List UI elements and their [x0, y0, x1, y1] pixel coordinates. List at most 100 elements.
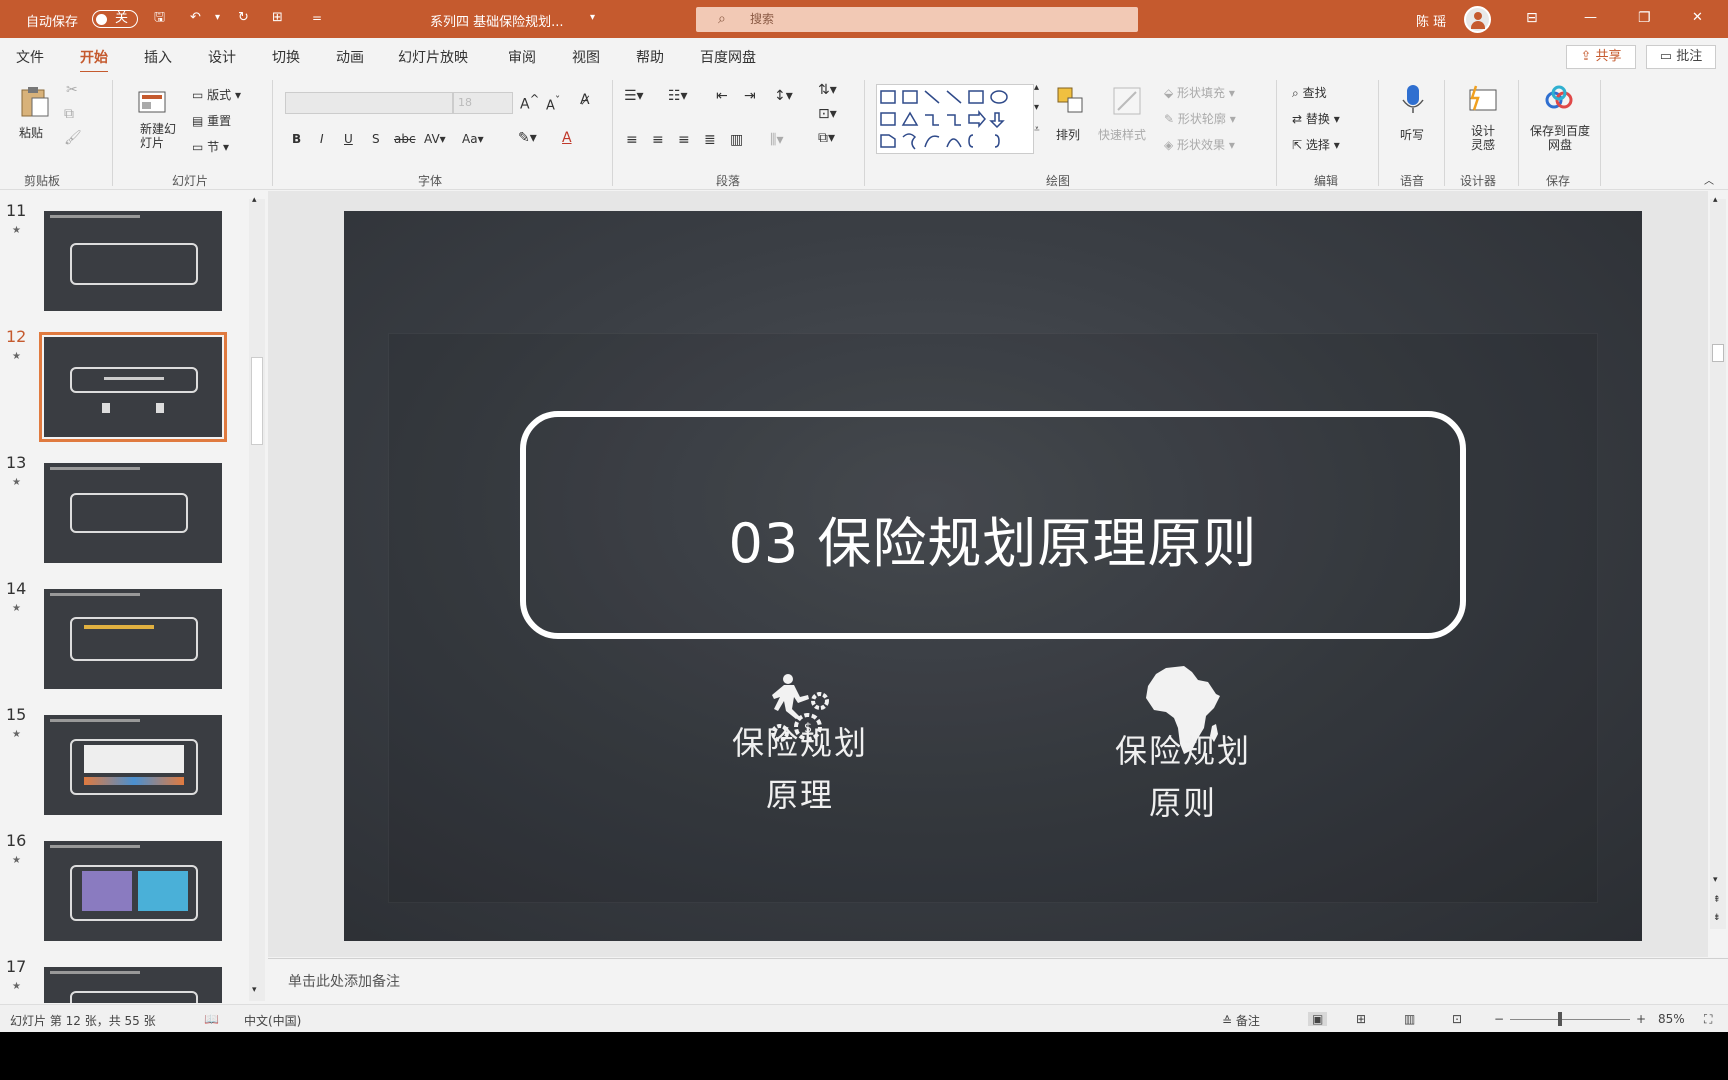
tab-slideshow[interactable]: 幻灯片放映 [398, 47, 468, 67]
tab-file[interactable]: 文件 [16, 47, 44, 67]
scrollbar-thumb[interactable] [251, 357, 263, 445]
zoom-level[interactable]: 85% [1658, 1012, 1685, 1026]
dictate-button[interactable]: 听写 [1400, 126, 1424, 143]
layout-button[interactable]: ▭ 版式 ▾ [192, 86, 241, 103]
bold-button[interactable]: B [292, 132, 301, 146]
slide-sorter-icon[interactable]: ⊞ [1356, 1012, 1366, 1026]
cut-icon[interactable]: ✂ [66, 82, 78, 98]
tab-review[interactable]: 审阅 [508, 47, 536, 67]
scroll-up-icon[interactable]: ▴ [252, 195, 257, 205]
user-avatar[interactable] [1464, 6, 1491, 33]
scroll-down-icon[interactable]: ▾ [252, 985, 257, 995]
scrollbar-thumb[interactable] [1712, 344, 1724, 362]
tab-transitions[interactable]: 切换 [272, 47, 300, 67]
shapes-scroll-down-icon[interactable]: ▾ [1034, 102, 1039, 113]
save-to-baidu-button[interactable]: 保存到百度网盘 [1530, 124, 1590, 152]
slide-thumbnail-14[interactable] [44, 589, 222, 689]
document-title[interactable]: 系列四 基础保险规划... [430, 11, 564, 30]
replace-button[interactable]: ⇄ 替换 ▾ [1292, 110, 1340, 127]
paste-icon[interactable] [18, 84, 52, 118]
strikethrough-button[interactable]: abc [394, 132, 416, 146]
tab-animations[interactable]: 动画 [336, 47, 364, 67]
baidu-cloud-icon[interactable] [1542, 82, 1576, 116]
save-icon[interactable]: 🖫 [154, 8, 165, 28]
reading-view-icon[interactable]: ▥ [1404, 1012, 1415, 1026]
comments-button[interactable]: ▭ 批注 [1646, 45, 1716, 69]
columns-icon[interactable]: ⫼▾ [770, 132, 783, 148]
shapes-more-icon[interactable]: ⩡ [1034, 124, 1040, 135]
slide-thumbnail-15[interactable] [44, 715, 222, 815]
present-from-start-icon[interactable]: ⊞ [272, 8, 283, 28]
format-painter-icon[interactable]: 🖌 [64, 130, 82, 146]
align-center-icon[interactable]: ≡ [652, 132, 664, 148]
zoom-slider[interactable] [1510, 1019, 1630, 1020]
align-right-icon[interactable]: ≡ [678, 132, 690, 148]
justify-icon[interactable]: ≣ [704, 132, 716, 148]
autosave-toggle[interactable]: 关 [92, 10, 138, 28]
quick-styles-button[interactable]: 快速样式 [1098, 126, 1146, 143]
tab-baidu-netdisk[interactable]: 百度网盘 [700, 47, 756, 67]
thumbnail-scrollbar[interactable]: ▴ ▾ [249, 195, 265, 1001]
select-button[interactable]: ⇱ 选择 ▾ [1292, 136, 1340, 153]
design-ideas-button[interactable]: 设计灵感 [1468, 124, 1498, 152]
zoom-in-icon[interactable]: + [1636, 1012, 1646, 1026]
slide-title[interactable]: 03 保险规划原理原则 [526, 499, 1460, 578]
shape-outline-button[interactable]: ✎ 形状轮廓 ▾ [1164, 110, 1236, 127]
notes-placeholder[interactable]: 单击此处添加备注 [288, 971, 400, 991]
undo-dropdown-icon[interactable]: ▾ [215, 8, 220, 28]
distribute-icon[interactable]: ▥ [730, 132, 743, 148]
slide-thumbnail-12[interactable] [39, 332, 227, 442]
shadow-button[interactable]: S [372, 132, 380, 146]
zoom-slider-thumb[interactable] [1558, 1012, 1562, 1026]
shape-fill-button[interactable]: ⬙ 形状填充 ▾ [1164, 84, 1235, 101]
copy-icon[interactable]: ⧉ [64, 106, 74, 122]
new-slide-button[interactable]: 新建幻灯片 [140, 122, 180, 150]
section-button[interactable]: ▭ 节 ▾ [192, 138, 229, 155]
slideshow-view-icon[interactable]: ⊡ [1452, 1012, 1462, 1026]
slide-thumbnail-17[interactable] [44, 967, 222, 1003]
tab-design[interactable]: 设计 [208, 47, 236, 67]
change-case-button[interactable]: Aa▾ [462, 132, 484, 146]
font-size-select[interactable]: 18 [453, 92, 513, 114]
shapes-gallery[interactable] [876, 84, 1034, 154]
previous-slide-icon[interactable]: ⇞ [1713, 895, 1721, 905]
arrange-icon[interactable] [1054, 84, 1088, 118]
char-spacing-button[interactable]: AV▾ [424, 132, 446, 146]
underline-button[interactable]: U [344, 132, 353, 146]
scroll-down-icon[interactable]: ▾ [1713, 875, 1718, 885]
language-indicator[interactable]: 中文(中国) [244, 1012, 301, 1029]
customize-qat-icon[interactable]: = [312, 8, 322, 28]
redo-icon[interactable]: ↻ [238, 8, 249, 28]
notes-pane[interactable]: 单击此处添加备注 [268, 958, 1728, 1004]
normal-view-icon[interactable]: ▣ [1308, 1012, 1328, 1026]
font-color-icon[interactable]: A [562, 130, 572, 146]
align-text-icon[interactable]: ⊡▾ [818, 106, 837, 122]
next-slide-icon[interactable]: ⇟ [1713, 913, 1721, 923]
restore-icon[interactable]: ❐ [1638, 8, 1651, 28]
paste-button[interactable]: 粘贴 [19, 124, 43, 141]
new-slide-icon[interactable] [136, 84, 170, 118]
bullets-icon[interactable]: ☰▾ [624, 88, 644, 104]
highlight-icon[interactable]: ✎▾ [518, 130, 537, 146]
tab-insert[interactable]: 插入 [144, 47, 172, 67]
zoom-out-icon[interactable]: − [1494, 1012, 1504, 1026]
close-icon[interactable]: ✕ [1692, 8, 1703, 28]
font-family-select[interactable] [285, 92, 453, 114]
shape-effects-button[interactable]: ◈ 形状效果 ▾ [1164, 136, 1235, 153]
arrange-button[interactable]: 排列 [1056, 126, 1080, 143]
slide-thumbnail-13[interactable] [44, 463, 222, 563]
quick-styles-icon[interactable] [1110, 84, 1144, 118]
slide-thumbnail-11[interactable] [44, 211, 222, 311]
smartart-icon[interactable]: ⧉▾ [818, 130, 835, 146]
design-ideas-icon[interactable] [1466, 82, 1500, 116]
fit-to-window-icon[interactable]: ⛶ [1704, 1012, 1712, 1027]
slide-scrollbar[interactable]: ▴ ▾ ⇞ ⇟ [1710, 195, 1726, 929]
ribbon-display-icon[interactable]: ⊟ [1526, 8, 1538, 28]
tab-help[interactable]: 帮助 [636, 47, 664, 67]
slide-canvas[interactable]: 03 保险规划原理原则 $ 保险规划 原理 保险规划 原则 [344, 211, 1642, 941]
scroll-up-icon[interactable]: ▴ [1713, 195, 1718, 205]
increase-indent-icon[interactable]: ⇥ [744, 88, 756, 104]
italic-button[interactable]: I [320, 132, 324, 146]
clear-format-icon[interactable]: A̷ [580, 92, 590, 108]
search-box[interactable]: ⌕ 搜索 [696, 7, 1138, 32]
